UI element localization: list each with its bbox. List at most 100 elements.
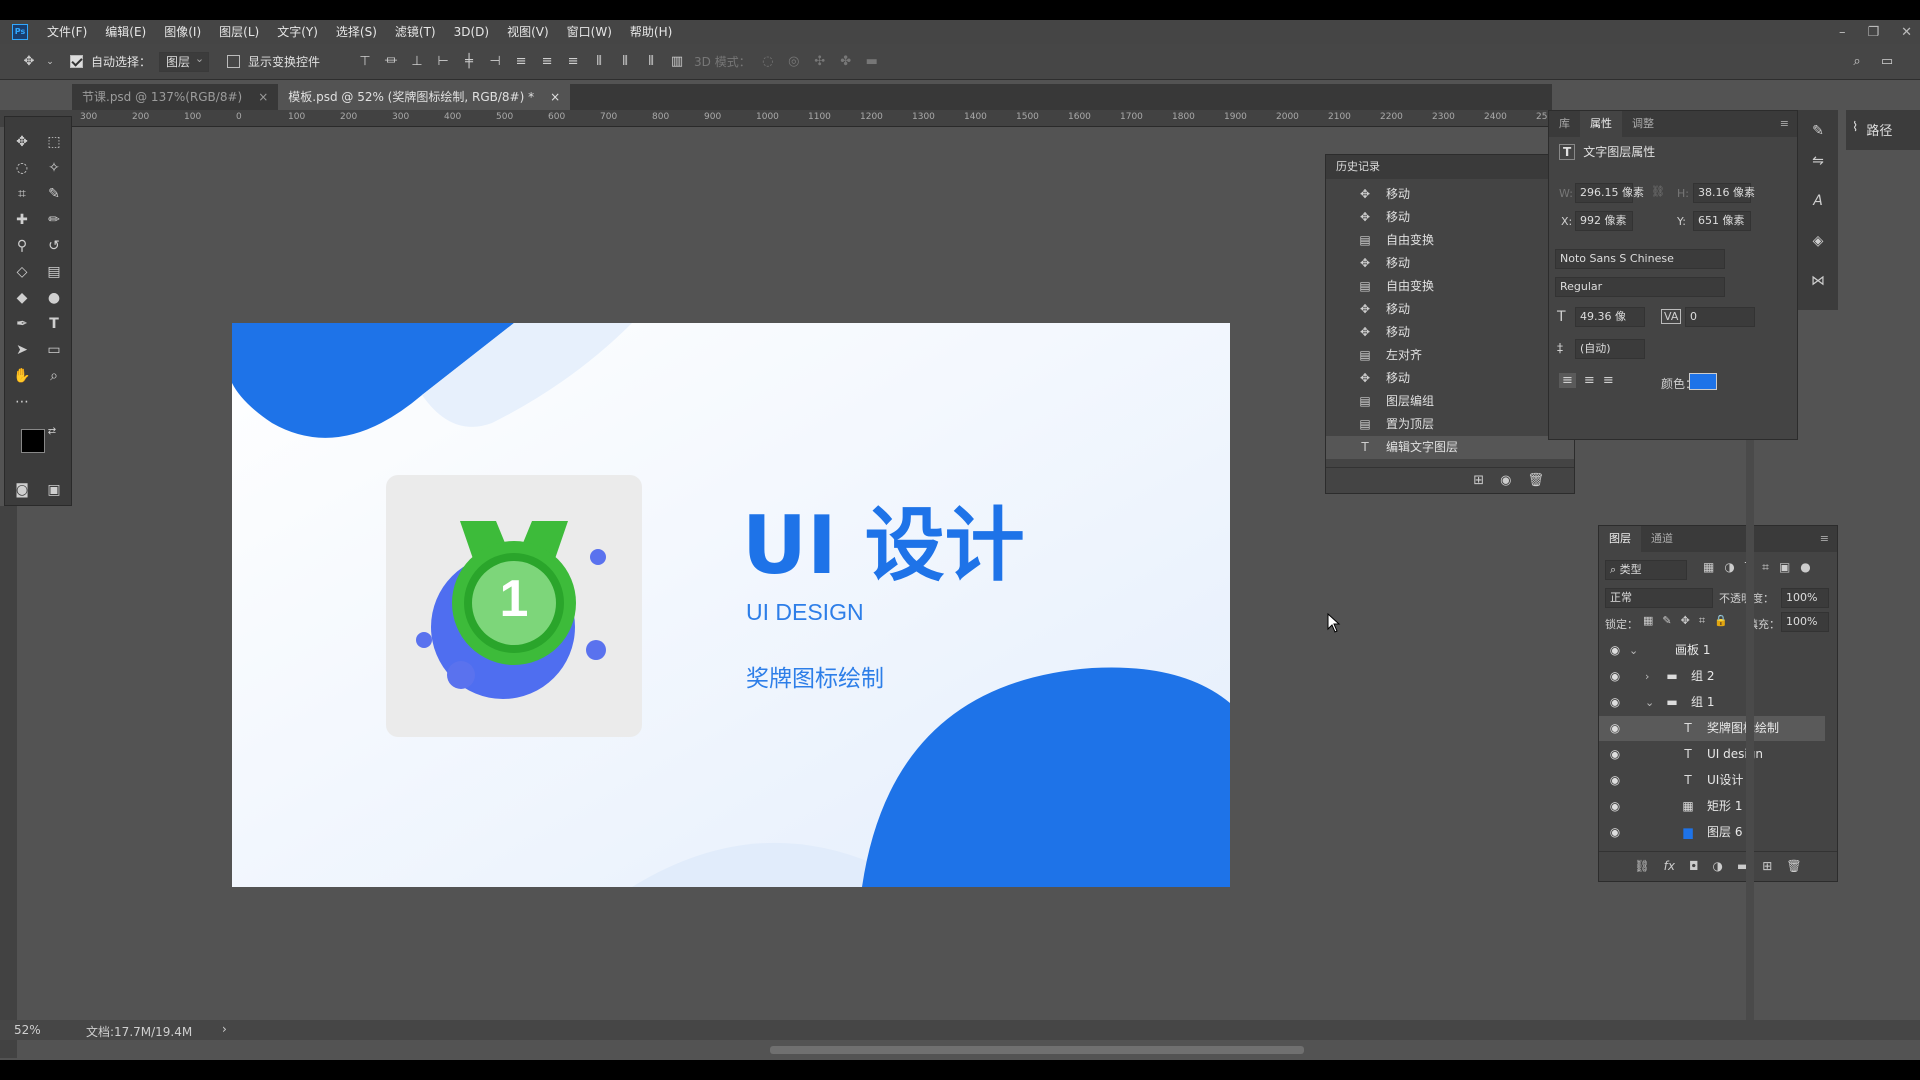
history-item[interactable]: T 编辑文字图层: [1326, 436, 1574, 459]
3d-icon[interactable]: ◈: [1805, 230, 1831, 252]
menu-help[interactable]: 帮助(H): [621, 20, 681, 44]
tab-document-1[interactable]: 节课.psd @ 137%(RGB/8#) ×: [72, 84, 278, 110]
visibility-eye-icon[interactable]: ◉: [1607, 690, 1623, 715]
quick-mask-icon[interactable]: ◙: [9, 479, 35, 501]
distribute-top-icon[interactable]: ≡: [512, 53, 530, 71]
visibility-eye-icon[interactable]: ◉: [1607, 794, 1623, 819]
3d-pan-icon[interactable]: ✣: [811, 53, 829, 71]
align-left-icon[interactable]: ≡: [1559, 373, 1576, 388]
w-field[interactable]: 296.15 像素: [1575, 183, 1644, 203]
menu-window[interactable]: 窗口(W): [558, 20, 621, 44]
history-item[interactable]: ✥ 移动: [1326, 367, 1574, 390]
layer-row[interactable]: ◉ ⌄ 画板 1: [1599, 638, 1825, 663]
layer-row[interactable]: ◉ ▦ 矩形 1: [1599, 794, 1825, 819]
expand-caret-icon[interactable]: ⌄: [1645, 690, 1654, 715]
new-document-icon[interactable]: ⊞: [1473, 473, 1484, 488]
brush-tool-icon[interactable]: ✏: [41, 209, 67, 231]
trash-icon[interactable]: 🗑: [1527, 473, 1544, 488]
lasso-tool-icon[interactable]: ◌: [9, 157, 35, 179]
eraser-tool-icon[interactable]: ◇: [9, 261, 35, 283]
more-tools-icon[interactable]: ⋯: [9, 391, 35, 413]
history-item[interactable]: ▤ 左对齐: [1326, 344, 1574, 367]
close-icon[interactable]: ×: [550, 84, 560, 110]
filter-toggle-icon[interactable]: ●: [1800, 560, 1810, 575]
layer-row[interactable]: ◉ ▆ 图层 6: [1599, 820, 1825, 845]
history-brush-icon[interactable]: ↺: [41, 235, 67, 257]
3d-scale-icon[interactable]: ▬: [863, 53, 881, 71]
layer-row[interactable]: ◉ T UI设计: [1599, 768, 1825, 793]
filter-shape-icon[interactable]: ⌗: [1762, 560, 1769, 575]
layer-filter-select[interactable]: ⌕ 类型: [1605, 560, 1687, 580]
move-tool-icon[interactable]: ✥: [20, 53, 38, 71]
fx-icon[interactable]: fx: [1664, 859, 1675, 873]
dodge-tool-icon[interactable]: ●: [41, 287, 67, 309]
status-menu-icon[interactable]: ›: [222, 1022, 227, 1036]
lock-all-icon[interactable]: 🔒: [1714, 614, 1728, 628]
layer-row[interactable]: ◉ T 奖牌图标绘制: [1599, 716, 1825, 741]
leading-field[interactable]: (自动): [1575, 339, 1645, 359]
vertical-scrollbar[interactable]: [1746, 440, 1754, 1040]
menu-image[interactable]: 图像(I): [155, 20, 210, 44]
distribute-vcenter-icon[interactable]: ≡: [538, 53, 556, 71]
text-color-swatch[interactable]: [1689, 373, 1717, 390]
menu-file[interactable]: 文件(F): [38, 20, 96, 44]
opacity-field[interactable]: 100%: [1781, 588, 1829, 608]
marquee-tool-icon[interactable]: ⬚: [41, 131, 67, 153]
distribute-bottom-icon[interactable]: ≡: [564, 53, 582, 71]
snapshot-icon[interactable]: ◉: [1500, 473, 1511, 488]
align-hcenter-icon[interactable]: ╪: [460, 53, 478, 71]
align-left-icon[interactable]: ⊢: [434, 53, 452, 71]
tab-properties[interactable]: 属性: [1580, 111, 1622, 137]
zoom-level[interactable]: 52%: [14, 1023, 41, 1037]
tab-document-2[interactable]: 模板.psd @ 52% (奖牌图标绘制, RGB/8#) * ×: [278, 84, 571, 110]
hand-tool-icon[interactable]: ✋: [9, 365, 35, 387]
align-right-icon[interactable]: ≡: [1603, 373, 1614, 388]
history-item[interactable]: ▤ 图层编组: [1326, 390, 1574, 413]
path-select-icon[interactable]: ➤: [9, 339, 35, 361]
align-right-icon[interactable]: ⊣: [486, 53, 504, 71]
font-size-field[interactable]: 49.36 像: [1575, 307, 1645, 327]
auto-select-checkbox[interactable]: [70, 55, 83, 68]
blend-mode-select[interactable]: 正常: [1605, 588, 1713, 608]
3d-slide-icon[interactable]: ✤: [837, 53, 855, 71]
search-icon[interactable]: ⌕: [1848, 53, 1866, 71]
expand-caret-icon[interactable]: ⌄: [1629, 638, 1638, 663]
layer-row[interactable]: ◉ T UI design: [1599, 742, 1825, 767]
blur-tool-icon[interactable]: ◆: [9, 287, 35, 309]
font-style-select[interactable]: Regular: [1555, 277, 1725, 297]
panel-menu-icon[interactable]: ≡: [1780, 111, 1797, 137]
healing-brush-icon[interactable]: ✚: [9, 209, 35, 231]
artboard-canvas[interactable]: 1 UI 设计 UI DESIGN 奖牌图标绘制: [232, 323, 1230, 887]
align-center-icon[interactable]: ≡: [1584, 373, 1595, 388]
expand-caret-icon[interactable]: ›: [1645, 664, 1649, 689]
menu-view[interactable]: 视图(V): [498, 20, 558, 44]
panel-menu-icon[interactable]: ≡: [1820, 526, 1837, 552]
show-transform-checkbox[interactable]: [227, 55, 241, 68]
history-item[interactable]: ✥ 移动: [1326, 252, 1574, 275]
screen-mode-icon[interactable]: ▣: [41, 479, 67, 501]
paths-panel-button[interactable]: ⌇ 路径: [1846, 110, 1920, 150]
x-field[interactable]: 992 像素: [1575, 211, 1633, 231]
tab-library[interactable]: 库: [1549, 111, 1580, 137]
font-family-select[interactable]: Noto Sans S Chinese: [1555, 249, 1725, 269]
align-vcenter-icon[interactable]: ⏛: [382, 53, 400, 71]
menu-edit[interactable]: 编辑(E): [96, 20, 155, 44]
align-bottom-icon[interactable]: ⊥: [408, 53, 426, 71]
filter-image-icon[interactable]: ▦: [1703, 560, 1714, 575]
3d-roll-icon[interactable]: ◎: [785, 53, 803, 71]
history-item[interactable]: ▤ 自由变换: [1326, 275, 1574, 298]
distribute-hcenter-icon[interactable]: ⫴: [616, 53, 634, 71]
horizontal-scrollbar-thumb[interactable]: [770, 1046, 1304, 1054]
link-layers-icon[interactable]: ⛓: [1634, 859, 1649, 873]
visibility-eye-icon[interactable]: ◉: [1607, 742, 1623, 767]
zoom-tool-icon[interactable]: ⌕: [41, 365, 67, 387]
distribute-left-icon[interactable]: ⫴: [590, 53, 608, 71]
menu-select[interactable]: 选择(S): [327, 20, 386, 44]
lock-artboard-icon[interactable]: ⌗: [1699, 614, 1705, 628]
history-item[interactable]: ✥ 移动: [1326, 321, 1574, 344]
visibility-eye-icon[interactable]: ◉: [1607, 768, 1623, 793]
link-icon[interactable]: ⛓: [1651, 185, 1665, 198]
trash-icon[interactable]: 🗑: [1786, 859, 1801, 873]
filter-adjust-icon[interactable]: ◑: [1724, 560, 1734, 575]
stamp-tool-icon[interactable]: ⚲: [9, 235, 35, 257]
